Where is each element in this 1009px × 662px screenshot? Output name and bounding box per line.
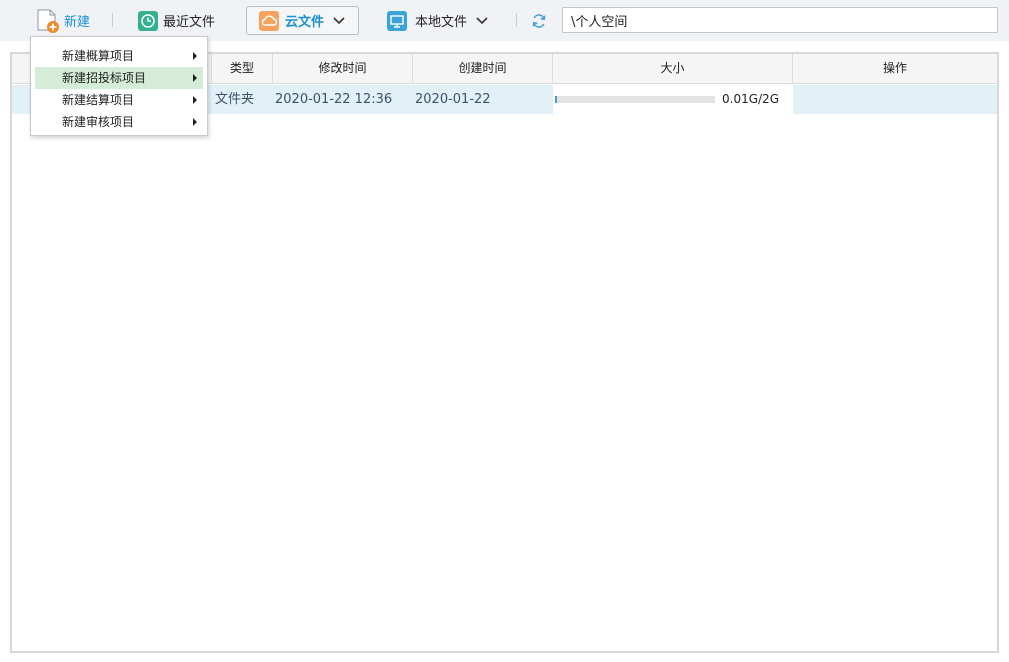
new-project-menu: 新建概算项目 新建招投标项目 新建结算项目 新建审核项目 [30,36,208,136]
column-header-created[interactable]: 创建时间 [413,54,553,83]
menu-item-new-settlement-project[interactable]: 新建结算项目 [35,89,203,111]
column-header-size[interactable]: 大小 [553,54,793,83]
menu-item-label: 新建招投标项目 [62,71,147,85]
submenu-arrow-icon [193,96,197,104]
toolbar: 新建 最近文件 云文件 本地文件 \个人空间 [0,0,1009,41]
chevron-down-icon [476,16,488,25]
refresh-button[interactable] [531,0,547,41]
cloud-files-label: 云文件 [285,15,325,30]
path-input[interactable] [562,7,998,33]
cell-size: 0.01G/2G [553,85,793,114]
cell-created: 2020-01-22 [415,92,491,107]
toolbar-divider [516,13,517,27]
file-table: 类型 修改时间 创建时间 大小 操作 文件夹 2020-01-22 12:36 … [10,52,999,653]
menu-item-new-bidding-project[interactable]: 新建招投标项目 [35,67,203,89]
toolbar-divider [112,13,113,27]
storage-usage-bar [555,96,715,103]
submenu-arrow-icon [193,52,197,60]
recent-files-button[interactable]: 最近文件 [138,0,215,41]
cloud-icon [259,10,279,31]
menu-item-label: 新建结算项目 [62,93,135,107]
cloud-files-button[interactable]: 云文件 [246,6,359,35]
column-header-type[interactable]: 类型 [212,54,273,83]
refresh-icon [531,13,547,29]
menu-item-new-audit-project[interactable]: 新建审核项目 [35,111,203,133]
menu-item-label: 新建概算项目 [62,49,135,63]
clock-icon [138,10,158,31]
recent-files-label: 最近文件 [163,15,216,30]
new-button-label: 新建 [64,15,91,30]
monitor-icon [387,10,407,31]
chevron-down-icon [333,16,345,25]
menu-item-new-estimate-project[interactable]: 新建概算项目 [35,45,203,67]
cell-type: 文件夹 [215,92,255,107]
menu-item-label: 新建审核项目 [62,115,135,129]
cell-modified: 2020-01-22 12:36 [275,92,393,107]
new-button[interactable]: 新建 [36,0,90,41]
storage-usage-text: 0.01G/2G [722,92,779,106]
submenu-arrow-icon [193,118,197,126]
local-files-button[interactable]: 本地文件 [387,0,488,41]
local-files-label: 本地文件 [415,15,468,30]
storage-usage-fill [555,96,557,103]
submenu-arrow-icon [193,74,197,82]
new-file-plus-icon [36,8,60,34]
column-header-actions[interactable]: 操作 [793,54,997,83]
column-header-modified[interactable]: 修改时间 [273,54,413,83]
